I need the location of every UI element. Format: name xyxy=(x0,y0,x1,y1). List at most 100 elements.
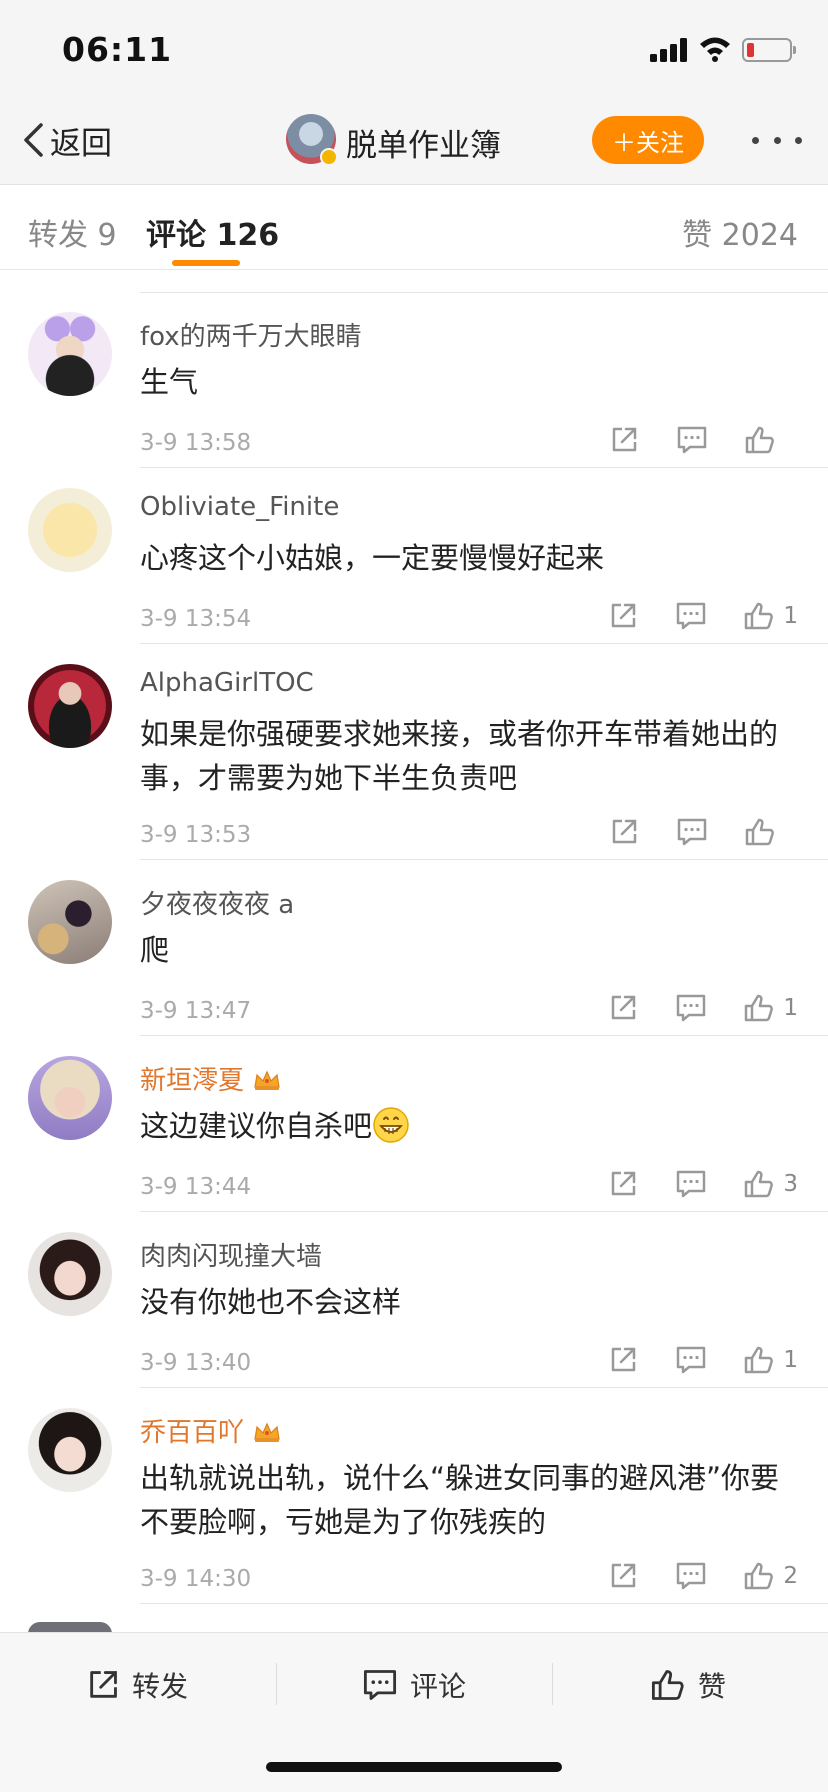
comment-item: Obliviate_Finite 心疼这个小姑娘，一定要慢慢好起来 3-9 13… xyxy=(0,468,828,644)
comment-icon xyxy=(677,426,707,454)
reply-button[interactable] xyxy=(675,992,707,1024)
comment-icon xyxy=(677,818,707,846)
bottom-like-button[interactable]: 赞 xyxy=(650,1663,726,1707)
reply-button[interactable] xyxy=(675,1560,707,1592)
author-name[interactable]: 脱单作业簿 xyxy=(346,120,501,165)
comment-text: 爬 xyxy=(140,933,170,967)
share-icon xyxy=(612,427,637,452)
tab-likes[interactable]: 赞 2024 xyxy=(682,210,798,254)
back-button[interactable]: 返回 xyxy=(22,118,112,162)
comment-icon xyxy=(363,1670,397,1700)
avatar[interactable] xyxy=(28,1056,112,1140)
follow-button[interactable]: ＋关注 xyxy=(592,116,704,164)
like-button[interactable] xyxy=(744,424,776,456)
comment-actions: 2 xyxy=(571,1560,798,1592)
share-icon xyxy=(612,603,636,628)
like-button[interactable] xyxy=(743,1344,775,1376)
comment-item: AlphaGirlTOC 如果是你强硬要求她来接，或者你开车带着她出的事，才需要… xyxy=(0,644,828,860)
vip-crown-icon xyxy=(254,1070,280,1090)
commenter-name[interactable]: 夕夜夜夜夜 a xyxy=(140,884,294,921)
comment-item: 新垣澪夏 这边建议你自杀吧 3-9 13:44 3 xyxy=(0,1036,828,1212)
more-dot-icon xyxy=(752,136,759,144)
verified-badge-icon xyxy=(320,148,338,166)
comment-time: 3-9 13:58 xyxy=(140,430,252,456)
author-avatar[interactable] xyxy=(286,114,338,166)
avatar[interactable] xyxy=(28,488,112,572)
repost-button[interactable] xyxy=(607,600,639,632)
comment-text: 这边建议你自杀吧 xyxy=(140,1104,800,1148)
active-tab-indicator xyxy=(172,260,240,266)
tab-reposts[interactable]: 转发 9 xyxy=(28,210,117,254)
comment-icon xyxy=(677,1346,706,1374)
repost-button[interactable] xyxy=(608,816,640,848)
comment-time: 3-9 13:40 xyxy=(140,1350,252,1376)
comment-text: 没有你她也不会这样 xyxy=(140,1285,402,1319)
repost-button[interactable] xyxy=(607,992,639,1024)
back-label: 返回 xyxy=(50,125,112,162)
battery-icon xyxy=(742,38,796,62)
tab-comments[interactable]: 评论 126 xyxy=(146,210,279,254)
comment-icon xyxy=(677,602,706,630)
avatar[interactable] xyxy=(28,1232,112,1316)
commenter-name[interactable]: fox的两千万大眼睛 xyxy=(140,316,362,353)
home-indicator[interactable] xyxy=(266,1762,562,1772)
comment-actions xyxy=(572,816,798,848)
like-button[interactable] xyxy=(743,1168,775,1200)
share-icon xyxy=(612,1563,636,1588)
comment-item: 乔百百吖 出轨就说出轨，说什么“躲进女同事的避风港”你要不要脸啊，亏她是为了你残… xyxy=(0,1388,828,1604)
commenter-name[interactable]: 肉肉闪现撞大墙 xyxy=(140,1236,322,1273)
commenter-name[interactable]: 新垣澪夏 xyxy=(140,1060,282,1097)
like-count: 1 xyxy=(783,1347,798,1373)
more-options-button[interactable] xyxy=(752,126,802,154)
thumbs-up-icon xyxy=(651,1670,684,1700)
repost-button[interactable] xyxy=(607,1168,639,1200)
bottom-repost-button[interactable]: 转发 xyxy=(86,1663,188,1707)
repost-button[interactable] xyxy=(607,1560,639,1592)
like-button[interactable] xyxy=(743,992,775,1024)
bottom-like-label: 赞 xyxy=(698,1670,727,1703)
wifi-icon xyxy=(700,37,730,62)
comment-text-content: 这边建议你自杀吧 xyxy=(140,1109,373,1143)
comment-time: 3-9 14:30 xyxy=(140,1566,252,1592)
cellular-signal-icon xyxy=(650,38,690,62)
like-button[interactable] xyxy=(743,600,775,632)
comment-item-partial xyxy=(0,1604,828,1634)
reply-button[interactable] xyxy=(675,1168,707,1200)
comment-item: 夕夜夜夜夜 a 爬 3-9 13:47 1 xyxy=(0,860,828,1036)
like-button[interactable] xyxy=(744,816,776,848)
share-icon xyxy=(612,1347,636,1372)
reply-button[interactable] xyxy=(676,816,708,848)
share-icon xyxy=(612,819,637,844)
comment-item: fox的两千万大眼睛 生气 3-9 13:58 xyxy=(0,292,828,468)
like-count: 1 xyxy=(783,995,798,1021)
bottom-repost-label: 转发 xyxy=(132,1670,189,1703)
comment-actions: 1 xyxy=(571,992,798,1024)
comment-time: 3-9 13:47 xyxy=(140,998,252,1024)
comment-icon xyxy=(677,1170,706,1198)
repost-button[interactable] xyxy=(608,424,640,456)
share-icon xyxy=(612,995,636,1020)
avatar[interactable] xyxy=(28,312,112,396)
thumbs-up-icon xyxy=(745,994,774,1022)
reply-button[interactable] xyxy=(676,424,708,456)
commenter-name[interactable]: 乔百百吖 xyxy=(140,1412,282,1449)
bottom-comment-button[interactable]: 评论 xyxy=(362,1663,466,1707)
top-header: 06:11 返回 脱单作业簿 ＋关注 xyxy=(0,0,828,185)
repost-button[interactable] xyxy=(607,1344,639,1376)
reply-button[interactable] xyxy=(675,1344,707,1376)
like-count: 2 xyxy=(783,1563,798,1589)
reply-button[interactable] xyxy=(675,600,707,632)
commenter-name[interactable]: AlphaGirlTOC xyxy=(140,668,314,698)
like-button[interactable] xyxy=(743,1560,775,1592)
vip-crown-icon xyxy=(254,1422,280,1442)
avatar[interactable] xyxy=(28,664,112,748)
thumbs-up-icon xyxy=(745,426,774,454)
avatar[interactable] xyxy=(28,880,112,964)
commenter-name[interactable]: Obliviate_Finite xyxy=(140,492,339,522)
avatar[interactable] xyxy=(28,1408,112,1492)
comment-time: 3-9 13:54 xyxy=(140,606,252,632)
commenter-name-text: 乔百百吖 xyxy=(140,1418,245,1448)
thumbs-up-icon xyxy=(745,602,774,630)
divider xyxy=(552,1663,553,1705)
comment-icon xyxy=(677,1562,706,1590)
